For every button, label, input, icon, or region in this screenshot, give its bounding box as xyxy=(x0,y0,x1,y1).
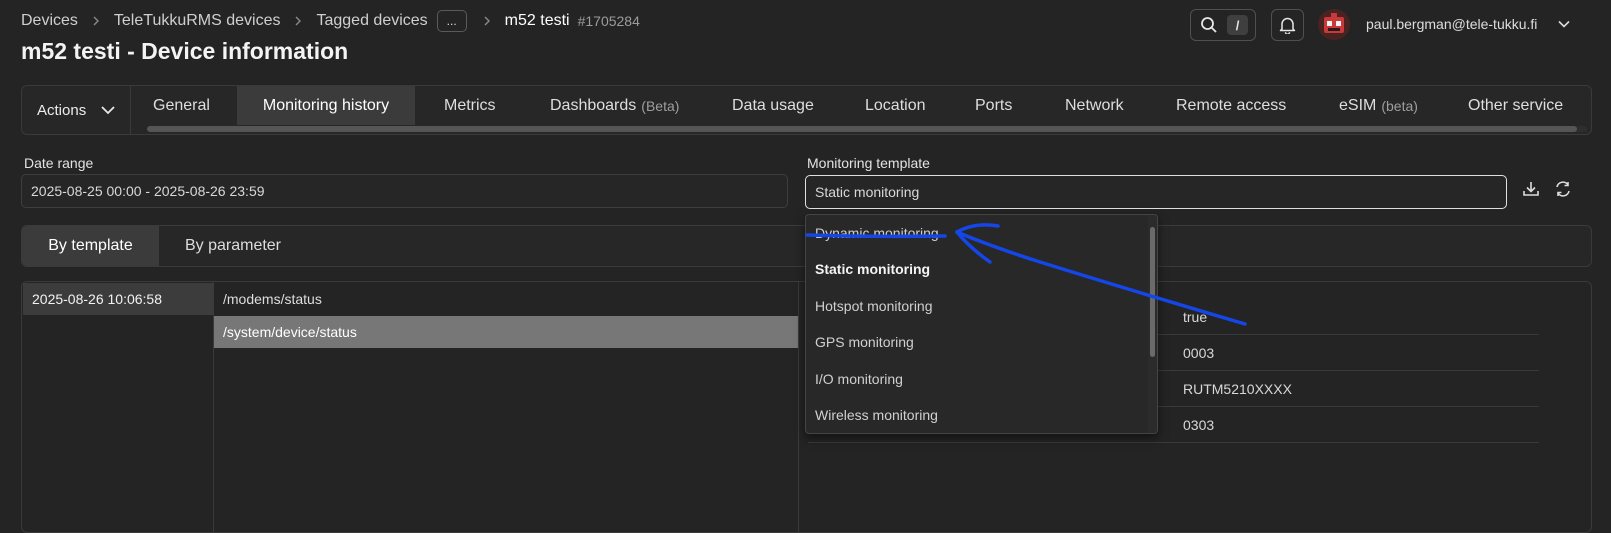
tab-label: Network xyxy=(1065,96,1124,114)
tab-by-template[interactable]: By template xyxy=(22,226,159,266)
tab-label: Dashboards xyxy=(550,96,637,114)
tab-label: Metrics xyxy=(444,96,496,114)
dropdown-option-gps[interactable]: GPS monitoring xyxy=(806,324,1148,360)
dropdown-option-dynamic[interactable]: Dynamic monitoring xyxy=(806,215,1148,251)
value-cell: true xyxy=(1161,300,1539,335)
tab-other-services[interactable]: Other service xyxy=(1468,86,1563,125)
tab-label: Other service xyxy=(1468,96,1564,114)
monitoring-template-label: Monitoring template xyxy=(807,155,930,171)
tab-dashboards[interactable]: Dashboards (Beta) xyxy=(550,86,679,125)
value-cell: RUTM5210XXXX xyxy=(1161,372,1539,407)
tab-general[interactable]: General xyxy=(153,86,210,125)
search-shortcut-key: / xyxy=(1227,15,1248,35)
tab-remote-access[interactable]: Remote access xyxy=(1176,86,1286,125)
chevron-down-icon xyxy=(101,106,115,115)
chevron-right-icon xyxy=(93,16,99,26)
tab-network[interactable]: Network xyxy=(1065,86,1124,125)
dropdown-option-hotspot[interactable]: Hotspot monitoring xyxy=(806,288,1148,324)
search-icon xyxy=(1201,17,1217,33)
tab-beta-badge: (beta) xyxy=(1381,97,1418,114)
tab-label: Remote access xyxy=(1176,96,1287,114)
breadcrumb-teletukku-devices[interactable]: TeleTukkuRMS devices xyxy=(114,12,281,30)
chevron-down-icon[interactable] xyxy=(1557,17,1571,31)
avatar[interactable] xyxy=(1318,9,1350,40)
date-range-field[interactable]: 2025-08-25 00:00 - 2025-08-26 23:59 xyxy=(21,174,788,208)
search-button[interactable]: / xyxy=(1190,9,1256,41)
value-cell: 0003 xyxy=(1161,336,1539,371)
tab-label: Location xyxy=(865,96,926,114)
notifications-button[interactable] xyxy=(1271,9,1304,41)
bell-icon xyxy=(1279,17,1296,34)
tab-ports[interactable]: Ports xyxy=(975,86,1012,125)
tab-data-usage[interactable]: Data usage xyxy=(732,86,814,125)
tab-label: eSIM xyxy=(1339,96,1377,114)
dropdown-scrollbar-thumb[interactable] xyxy=(1150,227,1155,357)
path-item[interactable]: /system/device/status xyxy=(214,316,798,348)
dropdown-option-static[interactable]: Static monitoring xyxy=(806,251,1148,287)
breadcrumb: Devices TeleTukkuRMS devices Tagged devi… xyxy=(21,10,640,32)
user-email[interactable]: paul.bergman@tele-tukku.fi xyxy=(1366,16,1537,32)
actions-label: Actions xyxy=(37,101,87,119)
dropdown-option-io[interactable]: I/O monitoring xyxy=(806,361,1148,397)
tab-metrics[interactable]: Metrics xyxy=(444,86,496,125)
swap-icon[interactable] xyxy=(1553,179,1573,199)
tab-beta-badge: (Beta) xyxy=(641,97,680,114)
tab-label: Monitoring history xyxy=(262,96,390,114)
tab-label: Ports xyxy=(975,96,1013,114)
tab-scrollbar[interactable] xyxy=(147,126,1587,132)
breadcrumb-current: m52 testi xyxy=(504,12,570,29)
dropdown-option-wireless[interactable]: Wireless monitoring xyxy=(806,397,1148,433)
actions-dropdown[interactable]: Actions xyxy=(22,86,131,134)
tab-label: Data usage xyxy=(732,96,814,114)
breadcrumb-tagged-devices[interactable]: Tagged devices xyxy=(316,12,427,30)
monitoring-template-select[interactable]: Static monitoring xyxy=(805,175,1507,209)
timestamp-item[interactable]: 2025-08-26 10:06:58 xyxy=(23,283,213,315)
tab-label: General xyxy=(153,96,210,114)
breadcrumb-devices[interactable]: Devices xyxy=(21,12,78,30)
chevron-right-icon xyxy=(295,16,302,26)
download-icon[interactable] xyxy=(1521,179,1541,199)
value-cell: 0303 xyxy=(1161,408,1539,443)
avatar-icon xyxy=(1318,9,1350,40)
tab-bar: Actions General Monitoring history Metri… xyxy=(21,85,1592,135)
tab-by-parameter[interactable]: By parameter xyxy=(159,226,307,266)
tab-scrollbar-thumb[interactable] xyxy=(147,126,1577,132)
template-dropdown-menu: Dynamic monitoring Static monitoring Hot… xyxy=(805,214,1158,434)
device-id: #1705284 xyxy=(577,13,640,29)
breadcrumb-more-button[interactable]: ... xyxy=(436,10,467,32)
date-range-label: Date range xyxy=(24,155,94,171)
dropdown-scrollbar[interactable] xyxy=(1148,215,1157,433)
tab-location[interactable]: Location xyxy=(865,86,926,125)
path-item[interactable]: /modems/status xyxy=(214,283,798,315)
page-title: m52 testi - Device information xyxy=(21,38,349,64)
column-divider xyxy=(798,282,799,532)
chevron-right-icon xyxy=(484,16,490,26)
tab-monitoring-history[interactable]: Monitoring history xyxy=(237,86,415,125)
tab-esim[interactable]: eSIM (beta) xyxy=(1339,86,1418,125)
